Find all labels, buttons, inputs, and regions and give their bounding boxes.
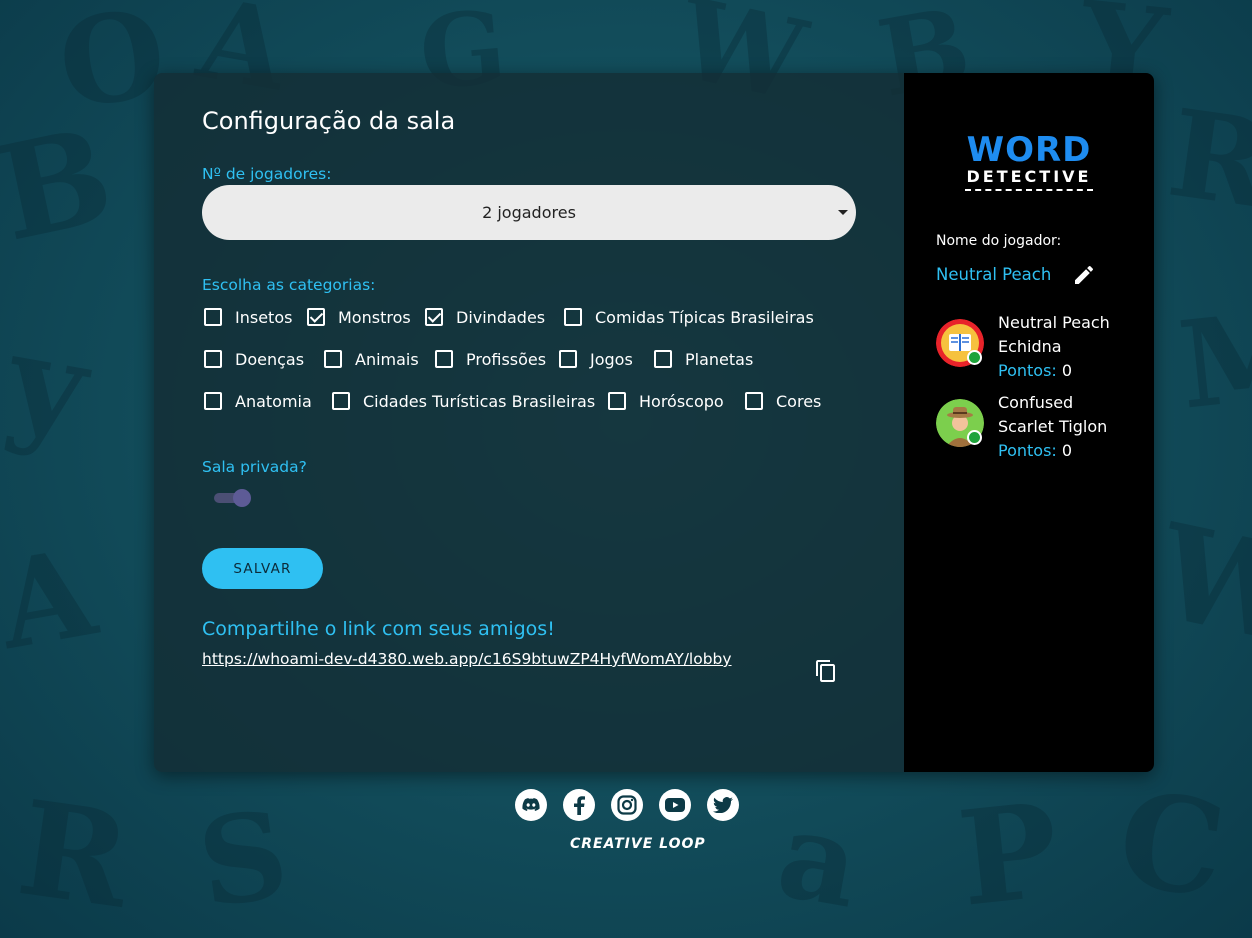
player-name-line2: Scarlet Tiglon	[998, 417, 1108, 436]
checkbox[interactable]	[204, 392, 222, 410]
checkbox[interactable]	[425, 308, 443, 326]
category-planetas[interactable]: Planetas	[654, 348, 753, 370]
pencil-icon[interactable]	[1072, 263, 1096, 287]
category-label: Animais	[355, 349, 419, 369]
online-indicator	[967, 350, 982, 365]
logo-detective: DETECTIVE	[964, 167, 1094, 191]
word-detective-logo: WORD DETECTIVE	[954, 133, 1104, 191]
category-divindades[interactable]: Divindades	[425, 306, 545, 328]
players-select-value: 2 jogadores	[482, 203, 576, 222]
toggle-thumb	[233, 489, 251, 507]
player-name: Neutral Peach	[936, 265, 1052, 284]
instagram-icon[interactable]	[611, 789, 643, 821]
player-info: Neutral Peach Echidna Pontos: 0	[998, 311, 1146, 383]
player-name-line1: Neutral Peach	[998, 313, 1110, 332]
points-label: Pontos:	[998, 441, 1057, 460]
category-cores[interactable]: Cores	[745, 390, 821, 412]
online-indicator	[967, 430, 982, 445]
page-title: Configuração da sala	[202, 107, 456, 135]
points-label: Pontos:	[998, 361, 1057, 380]
category-label: Planetas	[685, 349, 754, 369]
player-name-label: Nome do jogador:	[936, 233, 1062, 249]
category-label: Horóscopo	[639, 391, 724, 411]
checkbox[interactable]	[307, 308, 325, 326]
chevron-down-icon	[838, 210, 848, 215]
category-label: Cores	[776, 391, 822, 411]
players-sidebar: WORD DETECTIVE Nome do jogador: Neutral …	[904, 73, 1154, 772]
logo-word: WORD	[966, 130, 1092, 170]
checkbox[interactable]	[654, 350, 672, 368]
category-profissoes[interactable]: Profissões	[435, 348, 546, 370]
category-label: Cidades Turísticas Brasileiras	[363, 391, 596, 411]
checkbox[interactable]	[435, 350, 453, 368]
player-name-line1: Confused	[998, 393, 1074, 412]
player-name-line2: Echidna	[998, 337, 1062, 356]
checkbox[interactable]	[204, 308, 222, 326]
checkbox[interactable]	[332, 392, 350, 410]
facebook-icon[interactable]	[563, 789, 595, 821]
players-label: Nº de jogadores:	[202, 165, 332, 183]
youtube-icon[interactable]	[659, 789, 691, 821]
points-value: 0	[1061, 441, 1073, 460]
category-horoscopo[interactable]: Horóscopo	[608, 390, 724, 412]
category-comidas[interactable]: Comidas Típicas Brasileiras	[564, 306, 814, 328]
checkbox[interactable]	[324, 350, 342, 368]
category-label: Comidas Típicas Brasileiras	[595, 307, 814, 327]
checkbox[interactable]	[559, 350, 577, 368]
players-select[interactable]: 2 jogadores	[202, 185, 856, 240]
category-label: Insetos	[235, 307, 293, 327]
private-toggle[interactable]	[214, 489, 251, 507]
player-info: Confused Scarlet Tiglon Pontos: 0	[998, 391, 1146, 463]
points-value: 0	[1061, 361, 1073, 380]
category-monstros[interactable]: Monstros	[307, 306, 411, 328]
checkbox[interactable]	[564, 308, 582, 326]
category-label: Anatomia	[235, 391, 312, 411]
discord-icon[interactable]	[515, 789, 547, 821]
category-label: Jogos	[590, 349, 633, 369]
share-link[interactable]: https://whoami-dev-d4380.web.app/c16S9bt…	[202, 650, 732, 668]
social-links	[515, 789, 739, 821]
category-label: Profissões	[466, 349, 547, 369]
category-jogos[interactable]: Jogos	[559, 348, 633, 370]
room-panel: Configuração da sala Nº de jogadores: 2 …	[154, 73, 1154, 772]
category-animais[interactable]: Animais	[324, 348, 419, 370]
twitter-icon[interactable]	[707, 789, 739, 821]
room-config: Configuração da sala Nº de jogadores: 2 …	[154, 73, 904, 772]
category-label: Monstros	[338, 307, 411, 327]
checkbox[interactable]	[608, 392, 626, 410]
category-label: Divindades	[456, 307, 546, 327]
creative-loop-logo: CREATIVE LOOP	[570, 836, 706, 852]
save-button[interactable]: SALVAR	[202, 548, 323, 589]
checkbox[interactable]	[745, 392, 763, 410]
category-insetos[interactable]: Insetos	[204, 306, 292, 328]
copy-icon[interactable]	[814, 659, 838, 683]
share-heading: Compartilhe o link com seus amigos!	[202, 618, 555, 640]
category-anatomia[interactable]: Anatomia	[204, 390, 312, 412]
checkbox[interactable]	[204, 350, 222, 368]
category-cidades[interactable]: Cidades Turísticas Brasileiras	[332, 390, 595, 412]
private-label: Sala privada?	[202, 458, 307, 476]
category-doencas[interactable]: Doenças	[204, 348, 304, 370]
categories-label: Escolha as categorias:	[202, 276, 376, 294]
category-label: Doenças	[235, 349, 305, 369]
